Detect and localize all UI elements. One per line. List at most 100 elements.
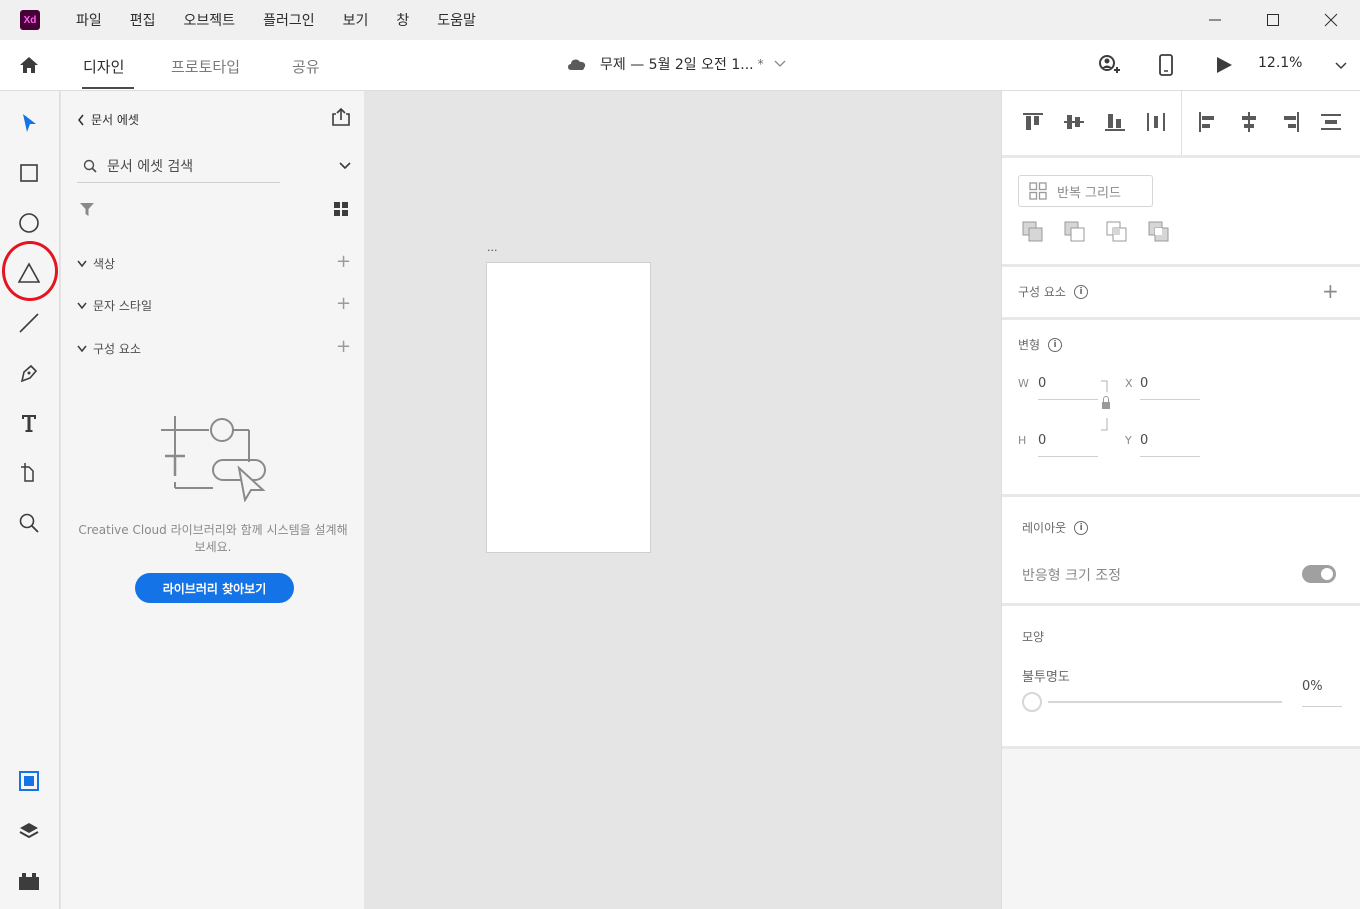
export-assets-button[interactable]	[331, 107, 351, 131]
opacity-value: 0%	[1302, 679, 1323, 694]
menu-object[interactable]: 오브젝트	[184, 10, 236, 30]
height-field[interactable]: H 0	[1018, 427, 1098, 457]
artboard[interactable]	[486, 262, 651, 553]
repeat-grid-icon	[1029, 182, 1047, 200]
add-color-button[interactable]: +	[336, 251, 351, 272]
section-components[interactable]: 구성 요소	[77, 340, 141, 357]
pen-icon	[20, 364, 38, 383]
responsive-resize-toggle[interactable]	[1302, 565, 1336, 583]
repeat-grid-label: 반복 그리드	[1057, 185, 1121, 201]
menu-window[interactable]: 창	[396, 10, 409, 30]
align-middle-icon[interactable]	[1063, 111, 1085, 133]
search-scope-dropdown[interactable]	[339, 155, 351, 174]
transform-section: 변형 i W 0 H 0 X 0 Y 0	[1002, 320, 1360, 494]
layers-icon	[19, 823, 39, 839]
chevron-down-icon	[339, 162, 351, 170]
add-component-button[interactable]: +	[1322, 279, 1339, 303]
menu-file[interactable]: 파일	[76, 10, 102, 30]
filter-button[interactable]	[79, 201, 95, 221]
align-bottom-icon[interactable]	[1104, 111, 1126, 133]
chevron-down-icon	[774, 60, 786, 67]
design-canvas[interactable]: ...	[364, 91, 1001, 909]
line-icon	[19, 313, 39, 333]
menu-help[interactable]: 도움말	[437, 10, 476, 30]
user-add-icon	[1099, 55, 1120, 73]
rectangle-tool[interactable]	[18, 162, 40, 184]
minimize-icon	[1209, 19, 1221, 21]
plugin-icon	[19, 873, 39, 890]
components-section: 구성 요소 i +	[1002, 267, 1360, 317]
close-button[interactable]	[1302, 0, 1360, 40]
menu-edit[interactable]: 편집	[130, 10, 156, 30]
ellipse-tool[interactable]	[18, 212, 40, 234]
maximize-icon	[1267, 14, 1279, 26]
select-tool[interactable]	[18, 112, 40, 134]
assets-search-placeholder: 문서 에셋 검색	[107, 158, 194, 175]
align-left-icon[interactable]	[1197, 111, 1219, 133]
layout-label: 레이아웃	[1022, 521, 1067, 535]
ellipse-icon	[19, 213, 39, 233]
add-character-style-button[interactable]: +	[336, 293, 351, 314]
repeat-grid-button[interactable]: 반복 그리드	[1018, 175, 1153, 207]
zoom-tool[interactable]	[18, 512, 40, 534]
artboard-icon	[21, 463, 34, 482]
info-icon[interactable]: i	[1048, 337, 1063, 352]
boolean-exclude-icon[interactable]	[1148, 221, 1170, 243]
browse-libraries-button[interactable]: 라이브러리 찾아보기	[135, 573, 294, 603]
grid-view-button[interactable]	[333, 201, 349, 221]
cloud-icon	[568, 59, 586, 70]
y-key: Y	[1125, 434, 1132, 447]
align-center-icon[interactable]	[1238, 111, 1260, 133]
section-character-styles[interactable]: 문자 스타일	[77, 297, 152, 314]
library-illustration-icon	[159, 416, 267, 506]
minimize-button[interactable]	[1186, 0, 1244, 40]
section-colors[interactable]: 색상	[77, 255, 115, 272]
assets-search-input[interactable]: 문서 에셋 검색	[77, 149, 280, 183]
align-right-icon[interactable]	[1279, 111, 1301, 133]
assets-back-link[interactable]: 문서 에셋	[77, 111, 139, 128]
lock-aspect-button[interactable]	[1099, 380, 1111, 436]
plugins-panel-button[interactable]	[18, 870, 40, 892]
menu-view[interactable]: 보기	[343, 10, 369, 30]
opacity-slider-handle[interactable]	[1022, 692, 1042, 712]
zoom-chevron-down-icon[interactable]	[1335, 62, 1347, 70]
text-tool[interactable]	[18, 412, 40, 434]
line-tool[interactable]	[18, 312, 40, 334]
info-icon[interactable]: i	[1073, 284, 1088, 299]
y-value: 0	[1140, 433, 1149, 448]
layers-panel-button[interactable]	[18, 820, 40, 842]
boolean-subtract-icon[interactable]	[1064, 221, 1086, 243]
pen-tool[interactable]	[18, 362, 40, 384]
document-title[interactable]: 무제 — 5월 2일 오전 1... *	[566, 54, 786, 74]
distribute-vertical-icon[interactable]	[1320, 111, 1342, 133]
tab-share[interactable]: 공유	[292, 56, 320, 77]
width-field[interactable]: W 0	[1018, 370, 1098, 400]
tab-design[interactable]: 디자인	[83, 56, 124, 77]
assets-panel-button[interactable]	[18, 770, 40, 792]
align-top-icon[interactable]	[1022, 111, 1044, 133]
device-preview-button[interactable]	[1158, 54, 1174, 80]
y-field[interactable]: Y 0	[1125, 427, 1200, 457]
distribute-horizontal-icon[interactable]	[1145, 111, 1167, 133]
opacity-slider-track[interactable]	[1048, 701, 1282, 703]
tab-prototype[interactable]: 프로토타입	[171, 56, 240, 77]
home-button[interactable]	[18, 54, 40, 76]
info-icon[interactable]: i	[1074, 520, 1089, 535]
artboard-tool[interactable]	[18, 462, 40, 484]
maximize-button[interactable]	[1244, 0, 1302, 40]
home-icon	[20, 57, 38, 73]
chevron-left-icon	[78, 114, 84, 125]
boolean-add-icon[interactable]	[1022, 221, 1044, 243]
menu-plugins[interactable]: 플러그인	[263, 10, 315, 30]
responsive-resize-label: 반응형 크기 조정	[1022, 568, 1122, 584]
transform-label: 변형	[1018, 338, 1041, 352]
x-field[interactable]: X 0	[1125, 370, 1200, 400]
menu-bar: Xd 파일 편집 오브젝트 플러그인 보기 창 도움말	[0, 0, 1360, 40]
preview-play-button[interactable]	[1214, 54, 1234, 80]
artboard-label[interactable]: ...	[487, 241, 498, 254]
opacity-field[interactable]: 0%	[1302, 679, 1342, 707]
invite-button[interactable]	[1097, 54, 1121, 80]
add-component-button[interactable]: +	[336, 336, 351, 357]
boolean-intersect-icon[interactable]	[1106, 221, 1128, 243]
zoom-level[interactable]: 12.1%	[1258, 55, 1302, 71]
